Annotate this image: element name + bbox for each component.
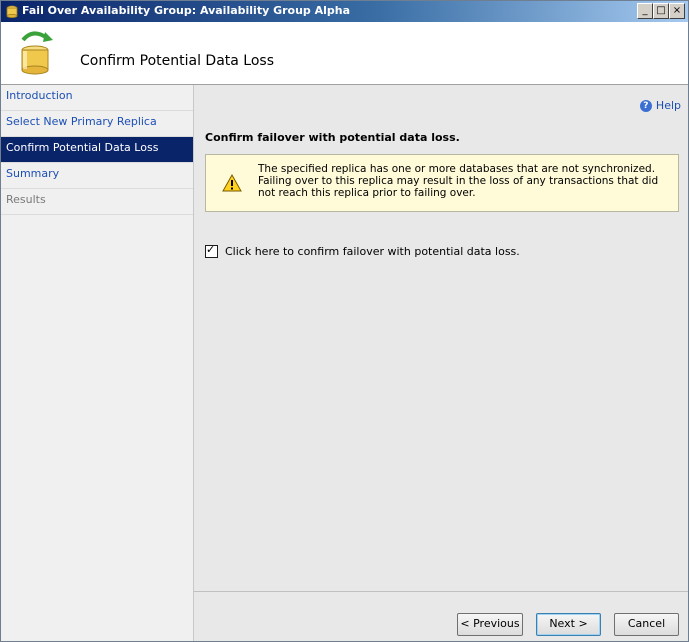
page-title: Confirm Potential Data Loss [80,53,274,69]
confirm-checkbox-row[interactable]: ✓ Click here to confirm failover with po… [205,243,520,258]
help-link[interactable]: ? Help [639,99,681,112]
nav-item-summary[interactable]: Summary [1,163,193,189]
nav-item-results: Results [1,189,193,215]
wizard-footer: < Previous Next > Cancel [194,591,688,641]
checkmark-icon: ✓ [206,243,216,256]
title-bar[interactable]: Fail Over Availability Group: Availabili… [1,1,688,22]
app-icon [6,5,18,18]
wizard-nav: Introduction Select New Primary Replica … [1,85,194,641]
wizard-banner: Confirm Potential Data Loss [1,22,688,85]
main-panel: ? Help Confirm failover with potential d… [194,85,688,591]
confirm-checkbox[interactable]: ✓ [205,243,218,258]
database-failover-icon [21,31,53,75]
minimize-button[interactable]: _ [637,3,653,19]
confirm-checkbox-label[interactable]: Click here to confirm failover with pote… [225,245,520,258]
previous-button[interactable]: < Previous [457,613,523,636]
section-heading: Confirm failover with potential data los… [205,131,460,144]
close-button[interactable]: × [669,3,685,19]
nav-item-select-new-primary-replica[interactable]: Select New Primary Replica [1,111,193,137]
help-label: Help [655,99,681,112]
window-title: Fail Over Availability Group: Availabili… [22,4,351,17]
warning-text: The specified replica has one or more da… [258,163,659,199]
warning-icon [222,174,242,192]
help-icon: ? [639,99,652,112]
cancel-button[interactable]: Cancel [614,613,679,636]
nav-item-confirm-potential-data-loss[interactable]: Confirm Potential Data Loss [1,137,193,163]
nav-item-introduction[interactable]: Introduction [1,85,193,111]
next-button[interactable]: Next > [536,613,601,636]
window-controls: _ □ × [637,3,685,19]
warning-box: The specified replica has one or more da… [205,154,679,212]
maximize-button[interactable]: □ [653,3,669,19]
wizard-window: Fail Over Availability Group: Availabili… [0,0,689,642]
